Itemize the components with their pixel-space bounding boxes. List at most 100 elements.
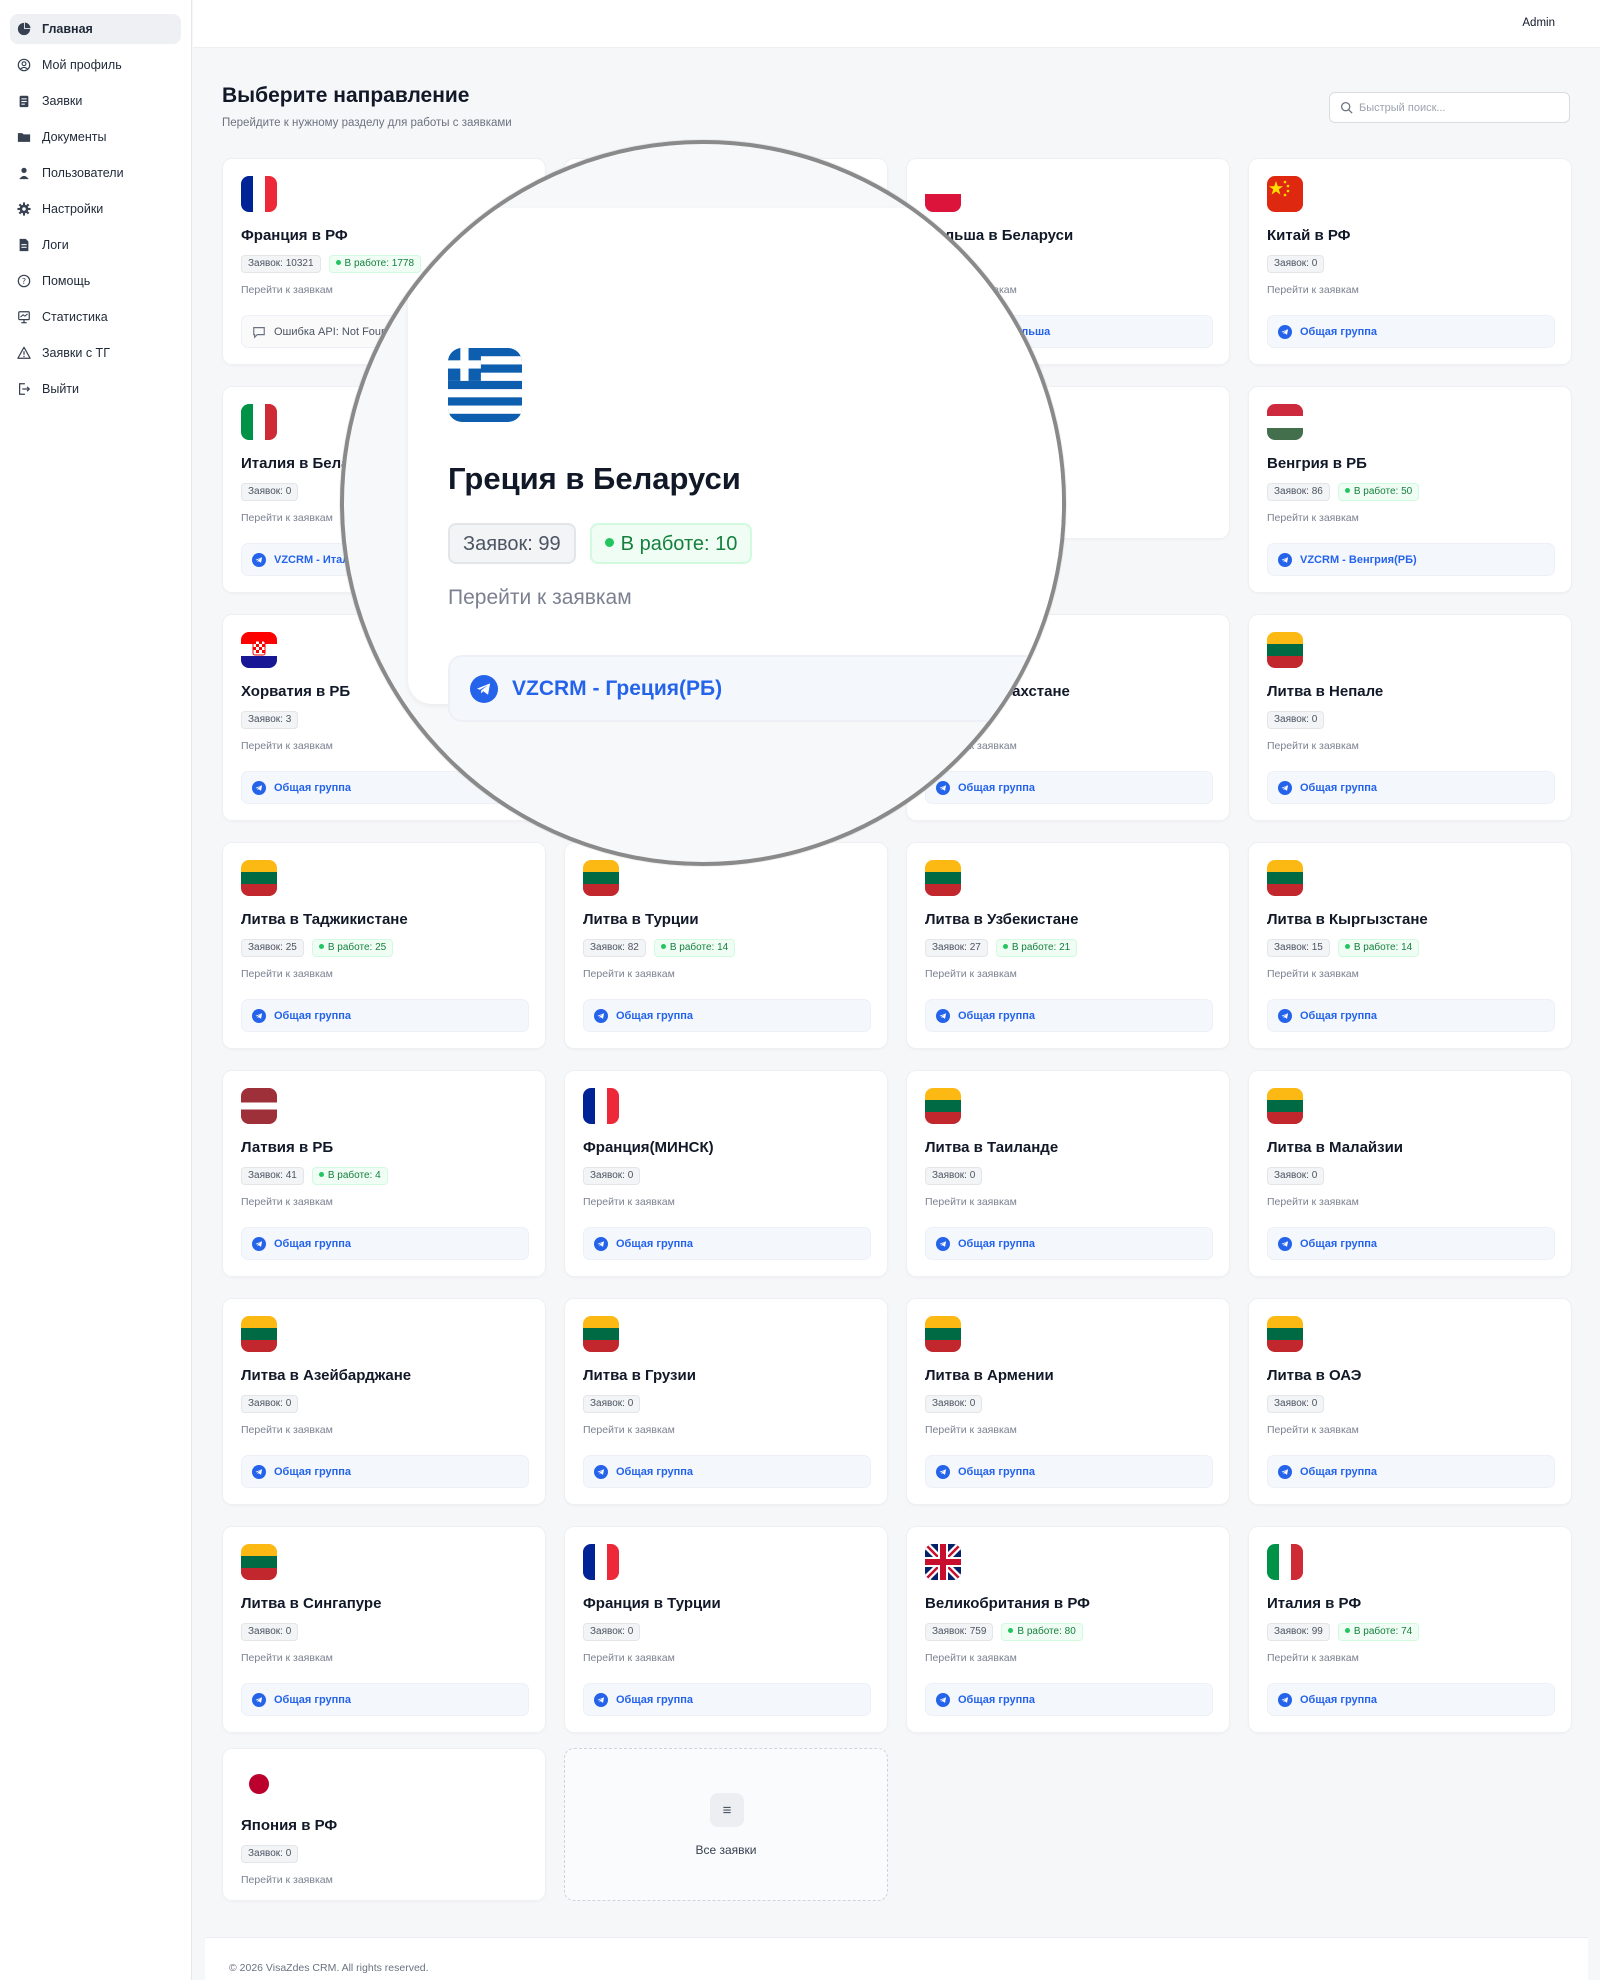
go-to-requests-link[interactable]: Перейти к заявкам bbox=[583, 1652, 675, 1664]
telegram-group-button[interactable]: Общая группа bbox=[583, 999, 871, 1032]
telegram-group-button[interactable]: Общая группа bbox=[925, 1455, 1213, 1488]
go-to-requests-link[interactable]: Перейти к заявкам bbox=[583, 1424, 675, 1436]
sidebar-item[interactable]: Мой профиль bbox=[10, 50, 181, 80]
sidebar-item[interactable]: ? Помощь bbox=[10, 266, 181, 296]
telegram-icon bbox=[1278, 1236, 1292, 1251]
direction-card[interactable]: Литва в Таджикистане Заявок: 25 В работе: … bbox=[222, 842, 546, 1049]
telegram-group-button[interactable]: Общая группа bbox=[1267, 1227, 1555, 1260]
requests-badge: Заявок: 41 bbox=[241, 1167, 304, 1185]
telegram-group-button[interactable]: Общая группа bbox=[241, 1683, 529, 1716]
requests-badge: Заявок: 0 bbox=[583, 1395, 641, 1413]
go-to-requests-link[interactable]: Перейти к заявкам bbox=[241, 1874, 333, 1886]
direction-card[interactable]: Литва в Сингапуре Заявок: 0 Перейти к заяв… bbox=[222, 1526, 546, 1733]
direction-card[interactable]: Франция в Турции Заявок: 0 Перейти к заявк… bbox=[564, 1526, 888, 1733]
direction-card[interactable]: Литва в Малайзии Заявок: 0 Перейти к заявк… bbox=[1248, 1070, 1572, 1277]
direction-card[interactable]: Литва в Таиланде Заявок: 0 Перейти к заявк… bbox=[906, 1070, 1230, 1277]
direction-card[interactable]: Литва в Азейбарджане Заявок: 0 Перейти к з… bbox=[222, 1298, 546, 1505]
go-to-requests-link[interactable]: Перейти к заявкам bbox=[925, 968, 1017, 980]
telegram-group-button[interactable]: Общая группа bbox=[925, 1227, 1213, 1260]
go-to-requests-link[interactable]: Перейти к заявкам bbox=[1267, 740, 1359, 752]
go-to-requests-link[interactable]: Перейти к заявкам bbox=[241, 512, 333, 524]
sidebar-item[interactable]: Настройки bbox=[10, 194, 181, 224]
telegram-group-button[interactable]: Общая группа bbox=[241, 1227, 529, 1260]
user-menu[interactable]: Admin bbox=[1522, 17, 1555, 29]
telegram-group-button[interactable]: Общая группа bbox=[925, 999, 1213, 1032]
requests-badge: Заявок: 3 bbox=[241, 711, 299, 729]
telegram-group-label: VZCRM - Венгрия(РБ) bbox=[1300, 553, 1417, 566]
telegram-group-button[interactable]: Общая группа bbox=[583, 1683, 871, 1716]
direction-card[interactable]: Великобритания в РФ Заявок: 759 В работе: … bbox=[906, 1526, 1230, 1733]
telegram-group-button[interactable]: Общая группа bbox=[241, 1455, 529, 1488]
requests-badge: Заявок: 0 bbox=[1267, 255, 1325, 273]
go-to-requests-link[interactable]: Перейти к заявкам bbox=[925, 1652, 1017, 1664]
direction-card[interactable]: Китай в РФ Заявок: 0 Перейти к заявкам Обща… bbox=[1248, 158, 1572, 365]
direction-card[interactable]: Литва в Турции Заявок: 82 В работе: 14 Пере… bbox=[564, 842, 888, 1049]
direction-card[interactable]: Литва в Армении Заявок: 0 Перейти к заявка… bbox=[906, 1298, 1230, 1505]
go-to-requests-link[interactable]: Перейти к заявкам bbox=[241, 1652, 333, 1664]
direction-card[interactable]: Япония в РФ Заявок: 0 Перейти к заявкам bbox=[222, 1748, 546, 1901]
go-to-requests-link[interactable]: Перейти к заявкам bbox=[1267, 968, 1359, 980]
go-to-requests-link[interactable]: Перейти к заявкам bbox=[241, 1424, 333, 1436]
warning-icon bbox=[16, 345, 32, 361]
go-to-requests-link[interactable]: Перейти к заявкам bbox=[1267, 1196, 1359, 1208]
all-requests-card[interactable]: ≡ Все заявки bbox=[564, 1748, 888, 1901]
telegram-group-button[interactable]: Общая группа bbox=[241, 999, 529, 1032]
go-to-requests-link[interactable]: Перейти к заявкам bbox=[583, 1196, 675, 1208]
direction-card[interactable]: Литва в ОАЭ Заявок: 0 Перейти к заявкам Общ… bbox=[1248, 1298, 1572, 1505]
sidebar-item[interactable]: Пользователи bbox=[10, 158, 181, 188]
go-to-requests-link[interactable]: Перейти к заявкам bbox=[1267, 1652, 1359, 1664]
telegram-group-button[interactable]: Общая группа bbox=[583, 1227, 871, 1260]
go-to-requests-link[interactable]: Перейти к заявкам bbox=[1267, 512, 1359, 524]
go-to-requests-link[interactable]: Перейти к заявкам bbox=[1267, 284, 1359, 296]
sidebar-item[interactable]: Выйти bbox=[10, 374, 181, 404]
telegram-icon bbox=[252, 1236, 266, 1251]
sidebar-item[interactable]: Статистика bbox=[10, 302, 181, 332]
go-to-requests-link[interactable]: Перейти к заявкам bbox=[448, 586, 632, 610]
direction-card[interactable]: Франция(МИНСК) Заявок: 0 Перейти к заявкам… bbox=[564, 1070, 888, 1277]
telegram-group-button[interactable]: VZCRM - Греция(РБ) bbox=[448, 655, 1062, 722]
go-to-requests-link[interactable]: Перейти к заявкам bbox=[241, 284, 333, 296]
telegram-group-button[interactable]: Общая группа bbox=[1267, 999, 1555, 1032]
go-to-requests-link[interactable]: Перейти к заявкам bbox=[1267, 1424, 1359, 1436]
search-input[interactable] bbox=[1359, 101, 1559, 114]
sidebar-item[interactable]: Документы bbox=[10, 122, 181, 152]
telegram-icon bbox=[252, 1692, 266, 1707]
card-title: Литва в Непале bbox=[1267, 683, 1384, 700]
france-flag-icon bbox=[241, 176, 277, 212]
telegram-group-button[interactable]: Общая группа bbox=[1267, 1455, 1555, 1488]
lithuania-flag-icon bbox=[1267, 1088, 1303, 1124]
telegram-group-button[interactable]: Общая группа bbox=[925, 771, 1213, 804]
help-icon: ? bbox=[16, 273, 32, 289]
go-to-requests-link[interactable]: Перейти к заявкам bbox=[241, 968, 333, 980]
quick-search[interactable] bbox=[1329, 92, 1570, 123]
go-to-requests-link[interactable]: Перейти к заявкам bbox=[925, 1196, 1017, 1208]
user-circle-icon bbox=[16, 57, 32, 73]
direction-card[interactable]: Венгрия в РБ Заявок: 86 В работе: 50 Перейт… bbox=[1248, 386, 1572, 593]
go-to-requests-link[interactable]: Перейти к заявкам bbox=[241, 1196, 333, 1208]
go-to-requests-link[interactable]: Перейти к заявкам bbox=[925, 1424, 1017, 1436]
direction-card[interactable]: Латвия в РБ Заявок: 41 В работе: 4 Перейти … bbox=[222, 1070, 546, 1277]
in-work-badge: В работе: 74 bbox=[1337, 1623, 1420, 1641]
card-title: Литва в Турции bbox=[583, 911, 699, 928]
direction-card[interactable]: Литва в Кыргызстане Заявок: 15 В работе: 1… bbox=[1248, 842, 1572, 1049]
sidebar-item[interactable]: Заявки bbox=[10, 86, 181, 116]
telegram-group-label: Общая группа bbox=[1300, 1465, 1378, 1478]
sidebar-item[interactable]: Логи bbox=[10, 230, 181, 260]
direction-card[interactable]: Литва в Грузии Заявок: 0 Перейти к заявкам… bbox=[564, 1298, 888, 1505]
direction-card[interactable]: Литва в Узбекистане Заявок: 27 В работе: 2… bbox=[906, 842, 1230, 1049]
sidebar-item[interactable]: Заявки с ТГ bbox=[10, 338, 181, 368]
telegram-group-button[interactable]: Общая группа bbox=[925, 1683, 1213, 1716]
magnified-card[interactable]: Греция в Беларуси Заявок: 99 В работе: 1… bbox=[408, 208, 1062, 722]
requests-badge: Заявок: 0 bbox=[1267, 1167, 1325, 1185]
telegram-group-button[interactable]: Общая группа bbox=[1267, 315, 1555, 348]
telegram-group-button[interactable]: Общая группа bbox=[1267, 1683, 1555, 1716]
go-to-requests-link[interactable]: Перейти к заявкам bbox=[241, 740, 333, 752]
sidebar-item[interactable]: Главная bbox=[10, 14, 181, 44]
sidebar-item-label: Заявки с ТГ bbox=[42, 346, 110, 360]
direction-card[interactable]: Италия в РФ Заявок: 99 В работе: 74 Перейти… bbox=[1248, 1526, 1572, 1733]
telegram-group-button[interactable]: Общая группа bbox=[583, 1455, 871, 1488]
telegram-group-button[interactable]: VZCRM - Венгрия(РБ) bbox=[1267, 543, 1555, 576]
go-to-requests-link[interactable]: Перейти к заявкам bbox=[583, 968, 675, 980]
telegram-group-button[interactable]: Общая группа bbox=[1267, 771, 1555, 804]
direction-card[interactable]: Литва в Непале Заявок: 0 Перейти к заявкам… bbox=[1248, 614, 1572, 821]
